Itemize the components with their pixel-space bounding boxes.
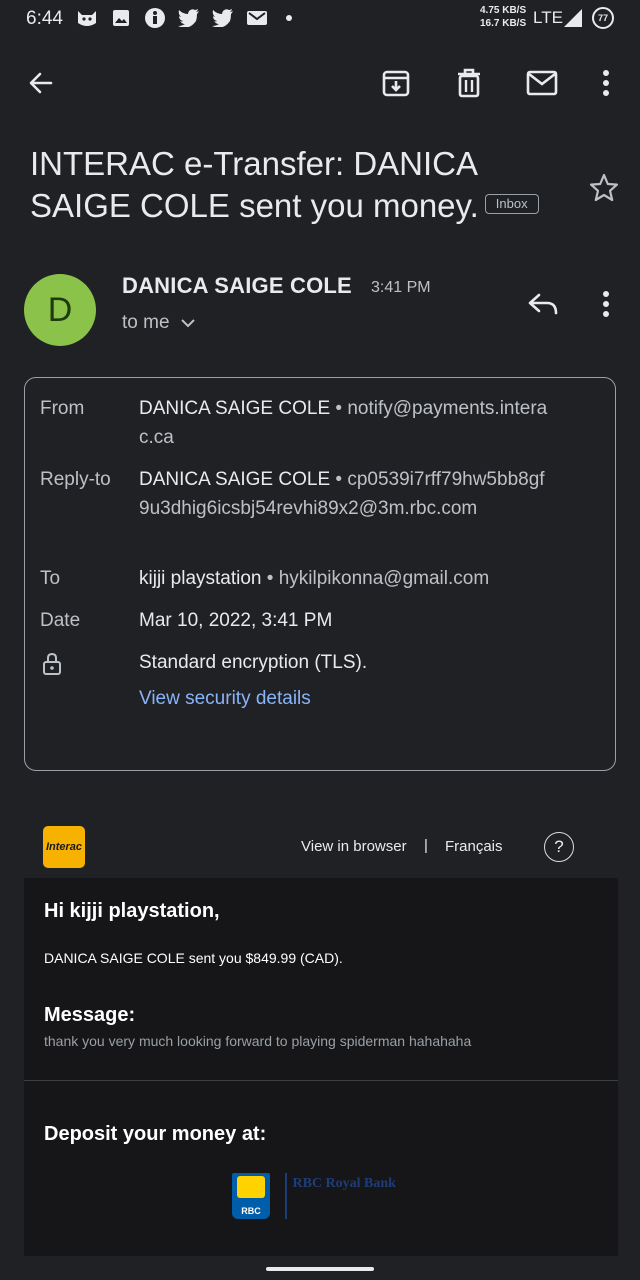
- message-more-button[interactable]: [584, 284, 628, 328]
- net-down: 16.7 KB/S: [480, 18, 527, 29]
- home-gesture-handle[interactable]: [266, 1267, 374, 1271]
- lock-icon: [42, 652, 62, 682]
- to-value: kijji playstation • hykilpikonna@gmail.c…: [139, 568, 490, 589]
- star-icon: [588, 172, 620, 209]
- cat-icon: [76, 8, 98, 28]
- back-button[interactable]: [17, 60, 65, 110]
- transfer-summary: DANICA SAIGE COLE sent you $849.99 (CAD)…: [44, 950, 343, 966]
- message-details: From DANICA SAIGE COLE • notify@payments…: [24, 377, 616, 771]
- mark-unread-button[interactable]: [518, 60, 566, 110]
- date-value: Mar 10, 2022, 3:41 PM: [139, 610, 333, 631]
- rbc-logo-icon: RBC: [232, 1173, 270, 1219]
- sender-name: DANICA SAIGE COLE: [122, 273, 352, 298]
- chevron-up-icon: [180, 312, 196, 334]
- delete-button[interactable]: [445, 60, 493, 110]
- from-value: DANICA SAIGE COLE • notify@payments.inte…: [139, 398, 548, 448]
- image-icon: [110, 8, 132, 28]
- message-heading: Message:: [44, 1004, 136, 1026]
- message-text: thank you very much looking forward to p…: [44, 1033, 472, 1049]
- view-security-details-link[interactable]: View security details: [139, 684, 549, 713]
- mail-icon: [526, 70, 558, 101]
- status-time: 6:44: [26, 8, 63, 29]
- date-label: Date: [40, 610, 81, 631]
- network-type: LTE: [533, 8, 563, 27]
- reply-button[interactable]: [520, 284, 566, 328]
- subject-text: INTERAC e-Transfer: DANICA SAIGE COLE se…: [30, 145, 479, 224]
- gesture-navbar: [0, 1256, 640, 1280]
- rbc-bank-option[interactable]: RBC RBC Royal Bank: [232, 1173, 396, 1223]
- email-toolbar: [0, 60, 640, 110]
- from-label: From: [40, 398, 85, 419]
- replyto-value: DANICA SAIGE COLE • cp0539i7rff79hw5bb8g…: [139, 469, 545, 519]
- email-subject: INTERAC e-Transfer: DANICA SAIGE COLE se…: [30, 143, 570, 227]
- net-up: 4.75 KB/S: [480, 5, 527, 16]
- help-icon[interactable]: ?: [544, 832, 574, 862]
- accessibility-icon: [144, 8, 166, 28]
- to-email[interactable]: hykilpikonna@gmail.com: [279, 568, 489, 589]
- rbc-divider: [285, 1173, 287, 1219]
- deposit-heading: Deposit your money at:: [44, 1123, 267, 1145]
- body-divider: [24, 1080, 618, 1081]
- email-time: 3:41 PM: [371, 279, 431, 296]
- battery-indicator: 77: [592, 7, 614, 29]
- rbc-bank-name: RBC Royal Bank: [292, 1176, 396, 1191]
- email-body: Interac View in browser | Français ? Hi …: [24, 816, 618, 1256]
- email-body-header: Interac View in browser | Français ?: [24, 816, 618, 878]
- more-notifications-dot: [286, 15, 292, 21]
- status-bar: 6:44 4.75 KB/S 16.7 KB/S LTE 77: [0, 0, 640, 40]
- network-speed: 4.75 KB/S 16.7 KB/S: [480, 4, 526, 30]
- notification-icons: [76, 8, 292, 28]
- twitter-icon: [178, 8, 200, 28]
- to-name: kijji playstation: [139, 568, 262, 589]
- sms-icon: [246, 8, 268, 28]
- more-vert-icon: [602, 69, 610, 102]
- from-name: DANICA SAIGE COLE: [139, 398, 331, 419]
- recipient-toggle[interactable]: to me: [122, 312, 196, 334]
- view-in-browser-link[interactable]: View in browser: [301, 838, 407, 855]
- back-arrow-icon: [27, 69, 55, 102]
- avatar[interactable]: D: [24, 274, 96, 346]
- twitter-icon: [212, 8, 234, 28]
- more-options-button[interactable]: [582, 60, 630, 110]
- francais-link[interactable]: Français: [445, 838, 503, 855]
- encryption-text: Standard encryption (TLS).: [139, 652, 368, 673]
- star-button[interactable]: [586, 172, 622, 208]
- interac-logo: Interac: [43, 826, 85, 868]
- to-label: To: [40, 568, 61, 589]
- replyto-label: Reply-to: [40, 469, 111, 490]
- archive-button[interactable]: [372, 60, 420, 110]
- greeting: Hi kijji playstation,: [44, 900, 220, 922]
- to-me-label: to me: [122, 312, 170, 333]
- reply-icon: [527, 291, 559, 322]
- archive-icon: [381, 68, 411, 103]
- delete-icon: [455, 68, 483, 103]
- inbox-label[interactable]: Inbox: [484, 194, 539, 215]
- header-separator: |: [424, 837, 428, 854]
- rbc-abbrev: RBC: [241, 1206, 261, 1216]
- replyto-name: DANICA SAIGE COLE: [139, 469, 331, 490]
- more-vert-icon: [602, 290, 610, 323]
- signal-icon: [563, 8, 583, 33]
